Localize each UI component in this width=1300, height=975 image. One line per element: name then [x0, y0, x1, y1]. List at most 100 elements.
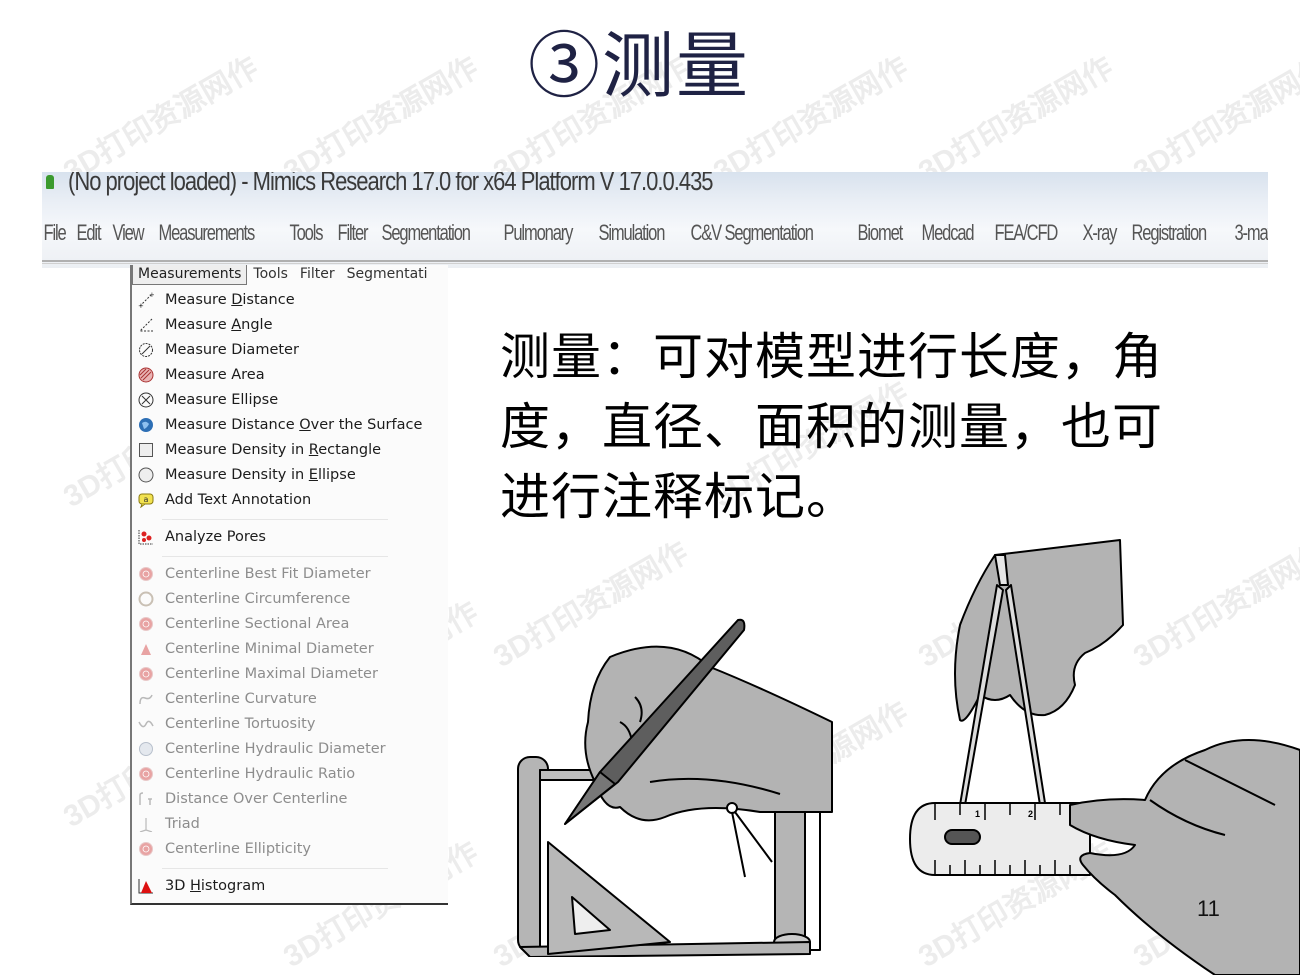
- menu-item-label: Distance Over Centerline: [165, 791, 348, 807]
- text-annotation-icon: a: [137, 491, 155, 509]
- app-window-screenshot: (No project loaded) - Mimics Research 17…: [42, 172, 1268, 268]
- menu-item-label: Centerline Sectional Area: [165, 616, 350, 632]
- menu-tools[interactable]: Tools: [288, 220, 324, 258]
- compass-small: [726, 802, 738, 814]
- description-line: 度，直径、面积的测量，也可: [500, 398, 1163, 456]
- menu-separator: [162, 868, 388, 869]
- ellipticity-icon: [137, 840, 155, 858]
- menu-item-label: Centerline Minimal Diameter: [165, 641, 374, 657]
- menu-item-label: 3D Histogram: [165, 878, 266, 894]
- menu-medcad[interactable]: Medcad: [920, 220, 975, 258]
- menu-item-centerline-tortuosity: Centerline Tortuosity: [132, 713, 448, 735]
- ruler-label-2: 2: [1028, 809, 1033, 819]
- svg-text:a: a: [144, 495, 149, 504]
- menu-segmentation[interactable]: Segmentati: [341, 265, 434, 283]
- globe-surface-icon: [137, 416, 155, 434]
- menu-segmentation[interactable]: Segmentation: [380, 220, 471, 258]
- menu-item-add-text-annotation[interactable]: a Add Text Annotation: [132, 489, 448, 511]
- menubar-divider: [42, 260, 1268, 264]
- centerline-best-fit-icon: [137, 565, 155, 583]
- watermark: 3D打印资源网作: [1128, 51, 1300, 189]
- menu-item-label: Centerline Ellipticity: [165, 841, 312, 857]
- watermark: 3D打印资源网作: [58, 51, 264, 189]
- menu-header-strip: Measurements Tools Filter Segmentati: [132, 265, 448, 285]
- menu-item-label: Triad: [165, 816, 200, 832]
- menu-item-label: Centerline Hydraulic Diameter: [165, 741, 386, 757]
- menu-item-label: Centerline Hydraulic Ratio: [165, 766, 356, 782]
- menu-item-centerline-circumference: Centerline Circumference: [132, 588, 448, 610]
- histogram-3d-icon: [137, 877, 155, 895]
- ellipse-icon: [137, 391, 155, 409]
- menu-filter[interactable]: Filter: [336, 220, 369, 258]
- menu-pulmonary[interactable]: Pulmonary: [502, 220, 574, 258]
- menu-item-measure-angle[interactable]: Measure Angle: [132, 314, 448, 336]
- menu-item-measure-ellipse[interactable]: Measure Ellipse: [132, 389, 448, 411]
- menu-item-label: Analyze Pores: [165, 529, 266, 545]
- menu-bar: File Edit View Measurements Tools Filter Segme…: [42, 220, 1269, 258]
- menu-item-label: Measure Angle: [165, 317, 273, 333]
- menu-item-label: Measure Ellipse: [165, 392, 279, 408]
- menu-item-measure-distance[interactable]: + + Measure Distance: [132, 289, 448, 311]
- menu-item-distance-over-centerline: Distance Over Centerline: [132, 788, 448, 810]
- menu-item-measure-diameter[interactable]: Measure Diameter: [132, 339, 448, 361]
- ruler: [909, 802, 1091, 876]
- menu-item-label: Add Text Annotation: [165, 492, 312, 508]
- menu-biomet[interactable]: Biomet: [856, 220, 904, 258]
- menu-x-ray[interactable]: X-ray: [1081, 220, 1118, 258]
- description-line: 测量：可对模型进行长度，角: [500, 328, 1163, 386]
- paper-roll-right: [774, 806, 806, 953]
- centerline-maximal-icon: [137, 665, 155, 683]
- curvature-icon: [137, 690, 155, 708]
- description-text: 测量：可对模型进行长度，角 度，直径、面积的测量，也可 进行注释标记。: [500, 322, 1260, 532]
- menu-item-triad: Triad: [132, 813, 448, 835]
- svg-text:+: +: [138, 302, 144, 308]
- pores-chart-icon: [137, 528, 155, 546]
- menu-item-label: Measure Density in Rectangle: [165, 442, 382, 458]
- menu-3-matic[interactable]: 3-matic: [1233, 220, 1268, 258]
- menu-view[interactable]: View: [111, 220, 145, 258]
- centerline-sectional-area-icon: [137, 615, 155, 633]
- menu-item-label: Measure Density in Ellipse: [165, 467, 356, 483]
- menu-measurements[interactable]: Measurements: [157, 220, 256, 258]
- menu-c-v-segmentation[interactable]: C&V Segmentation: [689, 220, 814, 258]
- menu-item-centerline-best-fit-diameter: Centerline Best Fit Diameter: [132, 563, 448, 585]
- menu-item-label: Measure Diameter: [165, 342, 299, 358]
- menu-tools[interactable]: Tools: [247, 265, 294, 283]
- menu-item-centerline-ellipticity: Centerline Ellipticity: [132, 838, 448, 860]
- area-hatched-circle-icon: [137, 366, 155, 384]
- hydraulic-ratio-icon: [137, 765, 155, 783]
- menu-item-measure-density-in-rectangle[interactable]: Measure Density in Rectangle: [132, 439, 448, 461]
- menu-measurements-active[interactable]: Measurements: [132, 265, 248, 285]
- menu-filter[interactable]: Filter: [294, 265, 341, 283]
- hydraulic-diameter-icon: [137, 740, 155, 758]
- menu-item-centerline-hydraulic-diameter: Centerline Hydraulic Diameter: [132, 738, 448, 760]
- hand-drawing-illustration: [517, 618, 833, 957]
- menu-item-centerline-hydraulic-ratio: Centerline Hydraulic Ratio: [132, 763, 448, 785]
- menu-item-label: Measure Distance Over the Surface: [165, 417, 423, 433]
- menu-item-measure-area[interactable]: Measure Area: [132, 364, 448, 386]
- description-line: 进行注释标记。: [500, 468, 857, 526]
- menu-item-measure-density-in-ellipse[interactable]: Measure Density in Ellipse: [132, 464, 448, 486]
- ruler-label-1: 1: [975, 809, 980, 819]
- angle-icon: [137, 316, 155, 334]
- menu-file[interactable]: File: [42, 220, 67, 258]
- menu-edit[interactable]: Edit: [75, 220, 102, 258]
- menu-item-label: Centerline Curvature: [165, 691, 317, 707]
- menu-registration[interactable]: Registration: [1130, 220, 1208, 258]
- menu-item-analyze-pores[interactable]: Analyze Pores: [132, 526, 448, 548]
- menu-item-3d-histogram[interactable]: 3D Histogram: [132, 875, 448, 897]
- menu-item-label: Centerline Best Fit Diameter: [165, 566, 371, 582]
- diameter-circle-icon: [137, 341, 155, 359]
- ruler-slot: [944, 829, 981, 845]
- menu-fea-cfd[interactable]: FEA/CFD: [993, 220, 1059, 258]
- distance-centerline-icon: [137, 790, 155, 808]
- distance-line-icon: + +: [137, 291, 155, 309]
- watermark: 3D打印资源网作: [278, 51, 484, 189]
- lower-hand: [1069, 739, 1300, 975]
- watermark: 3D打印资源网作: [913, 51, 1119, 189]
- menu-item-label: Measure Area: [165, 367, 265, 383]
- centerline-minimal-icon: [137, 640, 155, 658]
- menu-item-centerline-curvature: Centerline Curvature: [132, 688, 448, 710]
- menu-item-measure-distance-over-the-surface[interactable]: Measure Distance Over the Surface: [132, 414, 448, 436]
- menu-simulation[interactable]: Simulation: [597, 220, 666, 258]
